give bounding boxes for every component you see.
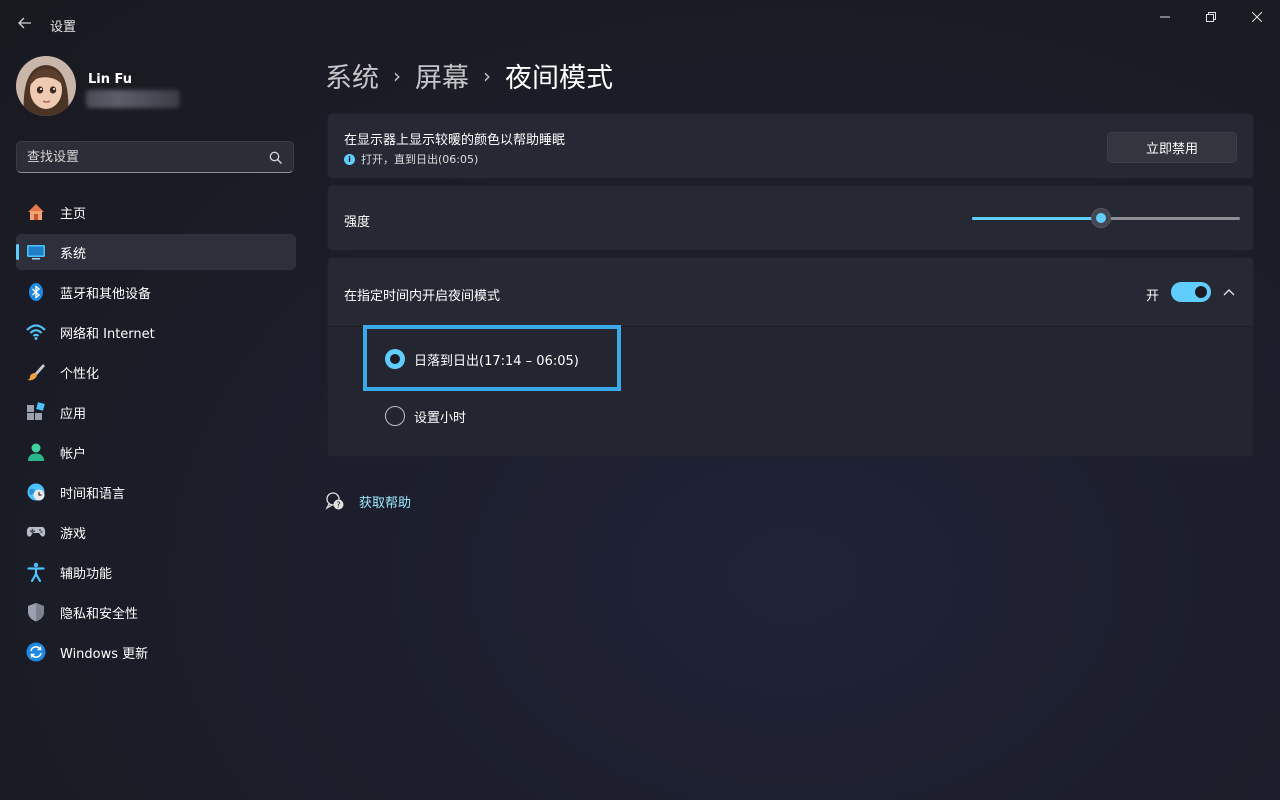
schedule-toggle[interactable] [1171, 282, 1211, 302]
bluetooth-icon [26, 282, 46, 302]
sidebar-item-windows-update[interactable]: Windows 更新 [16, 634, 296, 670]
breadcrumb-separator: › [483, 63, 491, 88]
radio-unchecked-icon [385, 406, 405, 426]
night-light-description: 在显示器上显示较暖的颜色以帮助睡眠 [344, 133, 566, 148]
collapse-button[interactable] [1218, 282, 1240, 302]
search-icon[interactable] [269, 150, 283, 169]
sidebar-item-system[interactable]: 系统 [16, 234, 296, 270]
system-display-icon [26, 242, 46, 262]
help-chat-icon: ? [325, 491, 345, 511]
back-button[interactable] [14, 10, 36, 36]
radio-checked-icon [385, 349, 405, 369]
home-icon [26, 202, 46, 222]
minimize-icon [1160, 16, 1170, 18]
time-language-icon [26, 482, 46, 502]
maximize-button[interactable] [1188, 6, 1234, 28]
breadcrumb-separator: › [393, 63, 401, 88]
slider-thumb[interactable] [1090, 208, 1111, 228]
svg-text:?: ? [336, 501, 340, 510]
paintbrush-icon [26, 362, 46, 382]
sidebar-item-label: 辅助功能 [60, 567, 113, 582]
sidebar-nav: 主页 系统 蓝牙和其他设备 网络和 Internet 个性化 应用 帐户 时间和… [16, 194, 296, 674]
accessibility-icon [26, 562, 46, 582]
sidebar-item-time-language[interactable]: 时间和语言 [16, 474, 296, 510]
breadcrumb-system[interactable]: 系统 [325, 56, 379, 95]
schedule-header[interactable]: 在指定时间内开启夜间模式 开 [328, 258, 1253, 327]
close-icon [1252, 12, 1262, 22]
schedule-label: 在指定时间内开启夜间模式 [344, 289, 501, 304]
sidebar-item-home[interactable]: 主页 [16, 194, 296, 230]
strength-label: 强度 [344, 215, 371, 230]
breadcrumb-display[interactable]: 屏幕 [415, 56, 469, 95]
sidebar-item-gaming[interactable]: 游戏 [16, 514, 296, 550]
restore-icon [1206, 12, 1216, 22]
sidebar-item-network[interactable]: 网络和 Internet [16, 314, 296, 350]
sidebar-item-label: Windows 更新 [60, 647, 149, 662]
sidebar-item-label: 网络和 Internet [60, 327, 155, 342]
search-input[interactable] [27, 148, 257, 166]
update-icon [26, 642, 46, 662]
sidebar-item-label: 系统 [60, 247, 87, 262]
get-help-label: 获取帮助 [359, 495, 412, 511]
title-bar: 设置 [0, 0, 1280, 48]
sidebar-item-label: 游戏 [60, 527, 87, 542]
sidebar-item-label: 时间和语言 [60, 487, 126, 502]
strength-card: 强度 [327, 185, 1254, 251]
night-light-status-card: 在显示器上显示较暖的颜色以帮助睡眠 i 打开，直到日出(06:05) 立即禁用 [327, 113, 1254, 179]
sidebar-item-label: 隐私和安全性 [60, 607, 139, 622]
sidebar-item-privacy[interactable]: 隐私和安全性 [16, 594, 296, 630]
wifi-icon [26, 322, 46, 342]
account-icon [26, 442, 46, 462]
user-name: Lin Fu [88, 72, 133, 87]
sidebar-item-accessibility[interactable]: 辅助功能 [16, 554, 296, 590]
schedule-options [328, 327, 1253, 456]
back-arrow-icon [18, 17, 31, 29]
shield-icon [26, 602, 46, 622]
sidebar-item-accounts[interactable]: 帐户 [16, 434, 296, 470]
sidebar-item-bluetooth[interactable]: 蓝牙和其他设备 [16, 274, 296, 310]
gamepad-icon [26, 522, 46, 542]
app-title: 设置 [50, 20, 77, 35]
sidebar-item-label: 主页 [60, 207, 87, 222]
radio-set-hours[interactable]: 设置小时 [385, 406, 466, 426]
sidebar-item-label: 帐户 [60, 447, 87, 462]
selection-indicator [16, 244, 19, 260]
night-light-status: i 打开，直到日出(06:05) [344, 151, 478, 167]
avatar [16, 56, 76, 116]
info-icon: i [344, 153, 355, 165]
toggle-state-label: 开 [1146, 289, 1160, 304]
slider-fill [972, 217, 1101, 220]
radio-label: 日落到日出(17:14 – 06:05) [414, 353, 579, 369]
schedule-card: 在指定时间内开启夜间模式 开 日落到日出(17:14 – 06:05) 设置小时 [327, 257, 1254, 457]
radio-sunset-to-sunrise[interactable]: 日落到日出(17:14 – 06:05) [385, 349, 579, 369]
apps-icon [26, 402, 46, 422]
sidebar-item-personalization[interactable]: 个性化 [16, 354, 296, 390]
sidebar-item-label: 应用 [60, 407, 87, 422]
minimize-button[interactable] [1142, 6, 1188, 28]
sidebar-item-label: 个性化 [60, 367, 100, 382]
sidebar-item-apps[interactable]: 应用 [16, 394, 296, 430]
search-box[interactable] [16, 141, 294, 173]
disable-now-button[interactable]: 立即禁用 [1107, 132, 1237, 163]
breadcrumb: 系统 › 屏幕 › 夜间模式 [325, 56, 613, 96]
get-help-link[interactable]: ? 获取帮助 [325, 491, 411, 511]
status-text: 打开，直到日出(06:05) [361, 153, 479, 166]
sidebar-item-label: 蓝牙和其他设备 [60, 287, 152, 302]
toggle-knob [1195, 286, 1207, 298]
user-email-redacted [86, 90, 180, 108]
strength-slider[interactable] [972, 208, 1240, 228]
radio-label: 设置小时 [414, 410, 467, 426]
close-button[interactable] [1234, 6, 1280, 28]
chevron-up-icon [1223, 289, 1235, 296]
page-title: 夜间模式 [505, 63, 613, 94]
